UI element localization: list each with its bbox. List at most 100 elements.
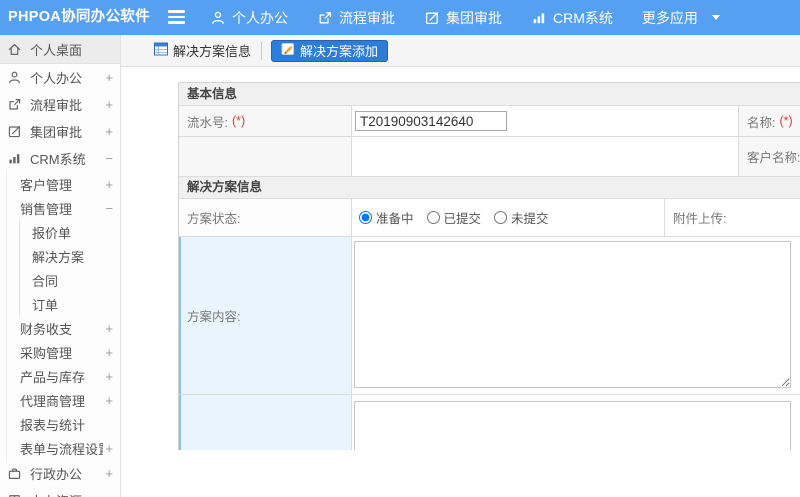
required-mark: (*) [231, 114, 246, 128]
tab-solution-info[interactable]: 解决方案信息 [154, 41, 251, 60]
edit-square-icon [7, 124, 22, 139]
pencil-page-icon [281, 42, 295, 59]
status-option-3[interactable]: 未提交 [494, 208, 549, 227]
tab-divider [261, 41, 263, 60]
form-row-feedback: 客户反馈: [179, 394, 800, 450]
app-logo: PHPOA协同办公软件 [8, 9, 150, 25]
expand-plus-icon[interactable]: + [103, 393, 113, 408]
sidebar-item-admin-office[interactable]: 行政办公 + [0, 460, 120, 487]
sidebar: 个人桌面个人办公 + 流程审批 + 集团审批 + CRM系统 − 客户管理 + 销售管理 − 报价单 解决… [0, 35, 121, 497]
chevron-down-icon [711, 15, 720, 20]
topnav-item-personal-office[interactable]: 个人办公 [210, 8, 288, 28]
sidebar-item-sales-mgmt[interactable]: 销售管理 − [7, 196, 120, 220]
solution-content-label: 方案内容: [179, 237, 351, 394]
bar-chart-icon [531, 10, 547, 26]
sidebar-item-report-stats[interactable]: 报表与统计 [7, 412, 120, 436]
sidebar-item-quotation[interactable]: 报价单 [20, 220, 120, 244]
flow-icon [7, 97, 22, 112]
sidebar-item-label: 流程审批 [30, 98, 83, 113]
status-option-2[interactable]: 已提交 [426, 208, 482, 227]
sidebar-item-label: 报表与统计 [20, 417, 86, 433]
expand-plus-icon[interactable]: + [103, 124, 113, 139]
status-radio[interactable] [426, 211, 440, 224]
sidebar-item-label: 合同 [32, 273, 59, 289]
sidebar-item-crm-system[interactable]: CRM系统 − [0, 145, 120, 172]
customer-feedback-label: 客户反馈: [179, 395, 351, 450]
topnav-item-workflow-approval[interactable]: 流程审批 [317, 8, 395, 28]
form-row-status: 方案状态: 准备中 已提交 未提交 附件上传: [179, 198, 800, 236]
sidebar-item-product-stock[interactable]: 产品与库存 + [7, 364, 120, 388]
sidebar-item-customer-mgmt[interactable]: 客户管理 + [7, 172, 120, 196]
status-radio[interactable] [494, 211, 508, 224]
expand-plus-icon[interactable]: + [103, 70, 113, 85]
flow-icon [317, 10, 333, 26]
sidebar-item-solution[interactable]: 解决方案 [20, 244, 120, 268]
expand-plus-icon[interactable]: + [103, 369, 113, 384]
form-row-serial: 流水号:(*) 名称:(*) [179, 105, 800, 136]
topnav-item-label: 集团审批 [446, 9, 502, 26]
status-radio[interactable] [359, 211, 372, 224]
sidebar-item-label: CRM系统 [30, 152, 86, 167]
sidebar-item-form-flow-setup[interactable]: 表单与流程设置 + [7, 436, 120, 460]
topnav-item-more-apps[interactable]: 更多应用 [642, 8, 720, 28]
sidebar-item-label: 代理商管理 [20, 393, 86, 409]
serial-number-cell [351, 106, 738, 136]
book-icon [7, 493, 22, 497]
name-label: 名称: (*) [738, 106, 800, 136]
bar-chart-icon [7, 151, 22, 166]
sidebar-item-label: 销售管理 [20, 201, 73, 217]
expand-plus-icon[interactable]: + [103, 321, 113, 336]
expand-plus-icon[interactable]: + [103, 493, 113, 497]
section-header-basic-info: 基本信息 [179, 83, 800, 105]
sidebar-item-agent-mgmt[interactable]: 代理商管理 + [7, 388, 120, 412]
sidebar-item-finance[interactable]: 财务收支 + [7, 316, 120, 340]
edit-square-icon [424, 10, 440, 26]
sidebar-item-label: 个人办公 [30, 71, 83, 86]
sidebar-item-label: 订单 [32, 297, 59, 313]
menu-toggle-icon[interactable] [168, 10, 186, 25]
topnav-item-group-approval[interactable]: 集团审批 [424, 8, 502, 28]
sidebar-item-contract[interactable]: 合同 [20, 268, 120, 292]
form-row-customer: 客户名称:(*) [179, 136, 800, 176]
collapse-minus-icon[interactable]: − [103, 151, 113, 166]
serial-number-label: 流水号: (*) [179, 106, 351, 136]
status-label: 方案状态: [179, 199, 351, 236]
solution-add-button[interactable]: 解决方案添加 [271, 39, 389, 62]
expand-plus-icon[interactable]: + [103, 177, 113, 192]
collapse-minus-icon[interactable]: − [103, 201, 113, 216]
sidebar-item-personal-desktop[interactable]: 个人桌面 [0, 35, 120, 64]
sidebar-item-group-approval[interactable]: 集团审批 + [0, 118, 120, 145]
expand-plus-icon[interactable]: + [103, 466, 113, 481]
sidebar-item-workflow-approval[interactable]: 流程审批 + [0, 91, 120, 118]
serial-number-input[interactable] [355, 111, 507, 131]
customer-name-label: 客户名称:(*) [738, 137, 800, 176]
sidebar-item-label: 客户管理 [20, 177, 73, 193]
sidebar-item-hr[interactable]: 人力资源 + [0, 487, 120, 497]
main-content: 解决方案信息 解决方案添加 基本信息 流水号: (*) T20190903142… [121, 35, 800, 497]
status-option-label: 未提交 [511, 212, 549, 226]
topnav-item-label: CRM系统 [553, 9, 613, 26]
status-option-label: 已提交 [443, 212, 482, 226]
topnav-item-label: 个人办公 [232, 9, 288, 26]
status-option-1[interactable]: 准备中 [359, 208, 414, 227]
expand-plus-icon[interactable]: + [103, 97, 113, 112]
expand-plus-icon[interactable]: + [103, 441, 113, 456]
expand-plus-icon[interactable]: + [103, 345, 113, 360]
sidebar-item-label: 行政办公 [30, 467, 83, 482]
sidebar-item-label: 表单与流程设置 [20, 441, 104, 457]
customer-feedback-textarea[interactable] [354, 401, 791, 450]
sidebar-item-label: 个人桌面 [30, 42, 83, 58]
submenu-crm-system: 客户管理 + 销售管理 − 报价单 解决方案 合同 订单 财务收支 + 采购管理 + 产品与库存 + 代理商… [6, 172, 120, 460]
sidebar-item-purchasing[interactable]: 采购管理 + [7, 340, 120, 364]
briefcase-icon [7, 466, 22, 481]
sidebar-item-personal-office[interactable]: 个人办公 + [0, 64, 120, 91]
topbar: PHPOA协同办公软件 个人办公 流程审批 集团审批 CRM系统 更多应用 [0, 0, 800, 35]
solution-content-textarea[interactable] [354, 241, 791, 388]
topnav-item-crm-system[interactable]: CRM系统 [531, 8, 613, 28]
status-option-label: 准备中 [376, 212, 414, 226]
sidebar-item-label: 财务收支 [20, 321, 73, 337]
solution-content-cell [351, 237, 800, 394]
empty-field-cell [351, 137, 738, 176]
sidebar-item-order[interactable]: 订单 [20, 292, 120, 316]
sidebar-item-label: 集团审批 [30, 125, 83, 140]
